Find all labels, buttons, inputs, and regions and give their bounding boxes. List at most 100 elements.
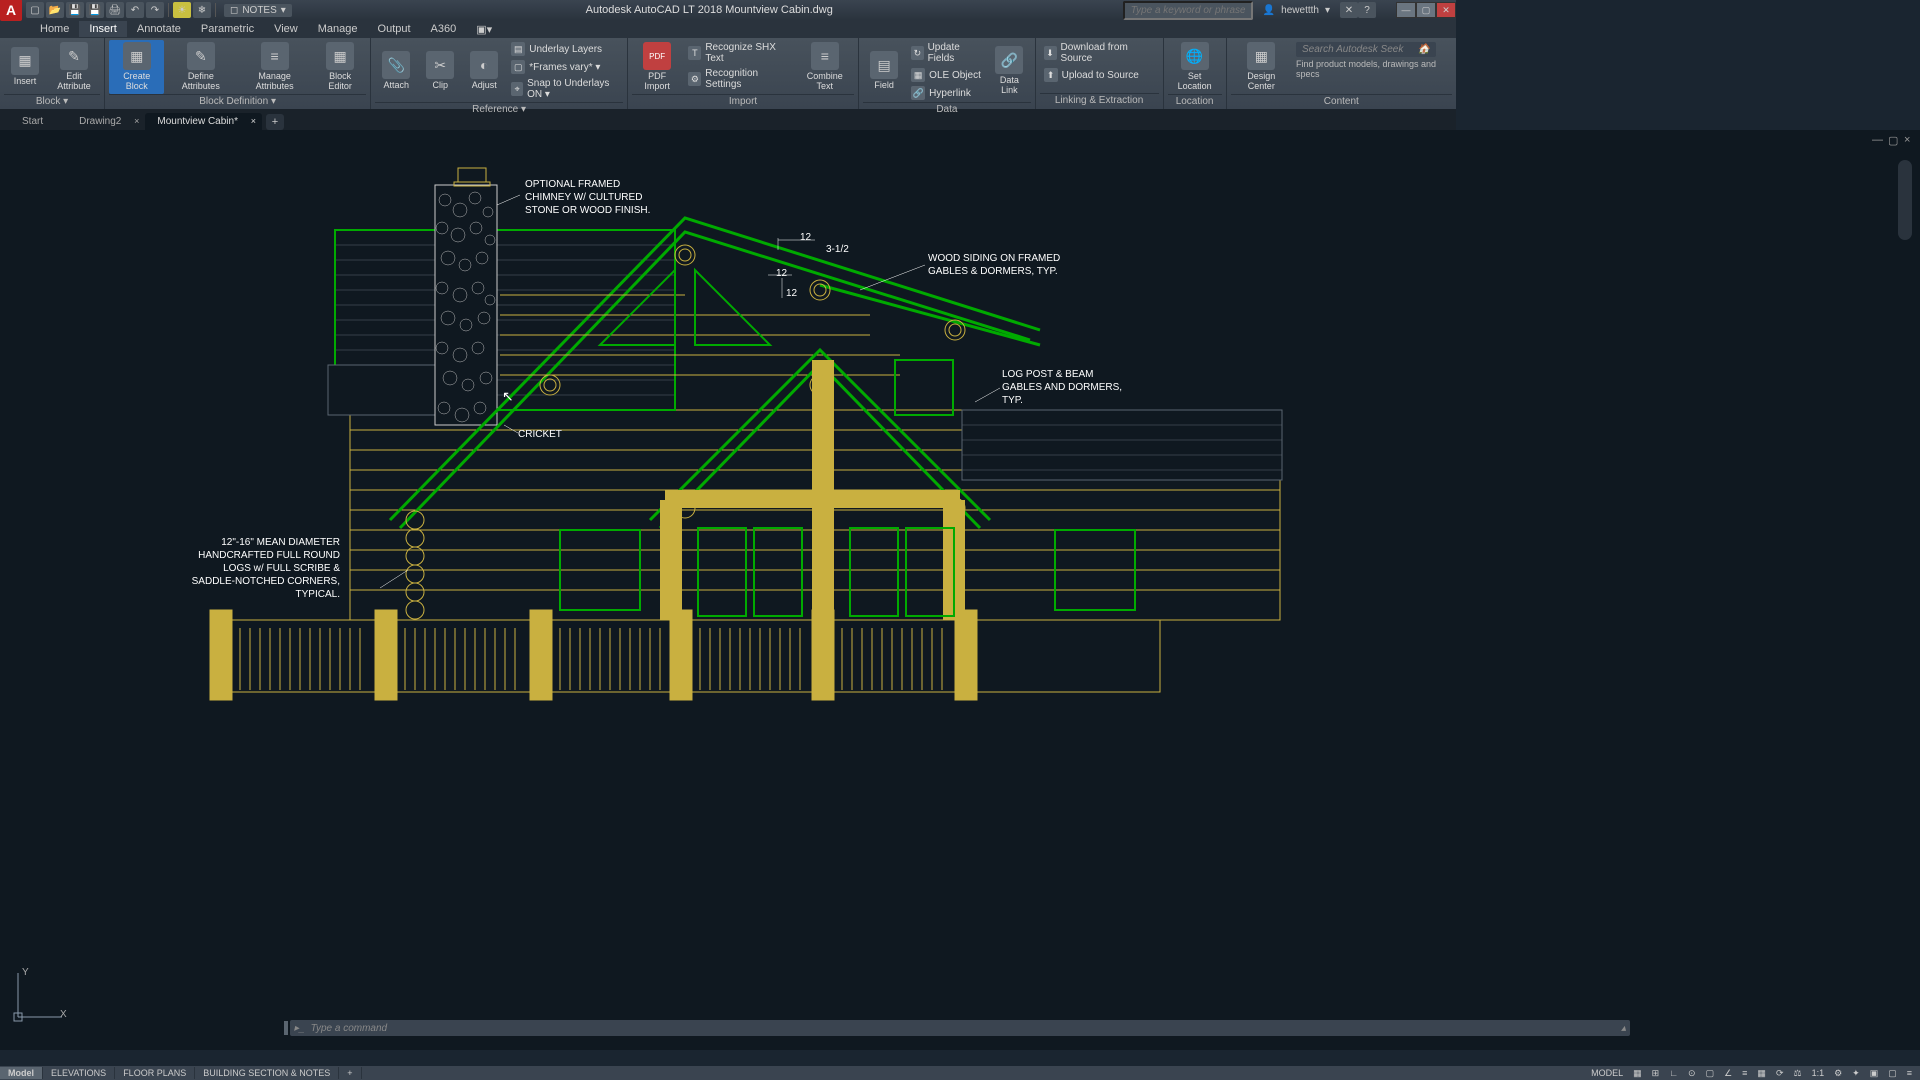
otrack-icon[interactable]: ∠ (1720, 1068, 1736, 1079)
user-menu[interactable]: 👤 hewettth ▾ (1263, 5, 1330, 16)
undo-icon[interactable]: ↶ (126, 2, 144, 18)
cycling-icon[interactable]: ⟳ (1772, 1068, 1788, 1079)
seek-search-input[interactable]: Search Autodesk Seek🏠 (1296, 42, 1436, 57)
snap-icon[interactable]: ⊞ (1648, 1068, 1664, 1079)
field-button[interactable]: ▤Field (863, 40, 905, 102)
snap-underlays-button[interactable]: ⌖Snap to Underlays ON ▾ (507, 76, 623, 102)
hyperlink-button[interactable]: 🔗Hyperlink (907, 84, 986, 102)
navigation-bar[interactable] (1898, 160, 1912, 240)
scale-display[interactable]: 1:1 (1808, 1068, 1829, 1078)
chevron-up-icon[interactable]: ▴ (1621, 1023, 1626, 1034)
create-block-button[interactable]: ▦Create Block (109, 40, 164, 94)
ribbon: ▦Insert ✎Edit Attribute Block ▾ ▦Create … (0, 38, 1456, 110)
tab-a360[interactable]: A360 (421, 21, 467, 37)
exchange-icon[interactable]: ✕ (1340, 2, 1358, 18)
frames-button[interactable]: ▢*Frames vary* ▾ (507, 58, 623, 76)
recognize-shx-button[interactable]: TRecognize SHX Text (684, 40, 793, 66)
app-logo[interactable]: A (0, 0, 22, 21)
update-fields-button[interactable]: ↻Update Fields (907, 40, 986, 66)
panel-title-blockdef[interactable]: Block Definition ▾ (109, 94, 366, 108)
layer-freeze-icon[interactable]: ❄ (193, 2, 211, 18)
set-location-button[interactable]: 🌐Set Location (1168, 40, 1222, 94)
annoscale-icon[interactable]: ⚖ (1789, 1068, 1805, 1079)
home-icon[interactable]: 🏠 (1418, 44, 1430, 55)
saveas-icon[interactable]: 💾 (86, 2, 104, 18)
block-editor-button[interactable]: ▦Block Editor (314, 40, 366, 94)
plot-icon[interactable]: 🖨 (106, 2, 124, 18)
tab-output[interactable]: Output (368, 21, 421, 37)
new-icon[interactable]: ▢ (26, 2, 44, 18)
open-icon[interactable]: 📂 (46, 2, 64, 18)
viewport-min-icon[interactable]: — (1872, 134, 1884, 146)
customize-icon[interactable]: ≡ (1903, 1068, 1916, 1078)
command-line[interactable]: ▸_ Type a command ▴ (290, 1020, 1630, 1036)
doc-tab-drawing2[interactable]: Drawing2× (67, 113, 145, 130)
close-icon[interactable]: × (251, 116, 256, 126)
panel-title-reference[interactable]: Reference ▾ (375, 102, 623, 116)
drawing-canvas[interactable]: — ▢ × (0, 130, 1920, 1050)
maximize-button[interactable]: ▢ (1416, 2, 1436, 18)
polar-icon[interactable]: ⊙ (1684, 1068, 1700, 1079)
pdf-icon: PDF (643, 42, 671, 70)
close-icon[interactable]: × (134, 116, 139, 126)
redo-icon[interactable]: ↷ (146, 2, 164, 18)
viewport-max-icon[interactable]: ▢ (1888, 134, 1900, 146)
underlay-layers-button[interactable]: ▤Underlay Layers (507, 40, 623, 58)
create-block-icon: ▦ (123, 42, 151, 70)
help-icon[interactable]: ? (1358, 2, 1376, 18)
viewport-close-icon[interactable]: × (1904, 134, 1916, 146)
recognition-settings-button[interactable]: ⚙Recognition Settings (684, 66, 793, 92)
cursor-pointer-icon: ↖ (502, 388, 514, 405)
insert-button[interactable]: ▦Insert (4, 40, 46, 94)
layer-state-icon[interactable]: ☀ (173, 2, 191, 18)
panel-title-block[interactable]: Block ▾ (4, 94, 100, 108)
tab-manage[interactable]: Manage (308, 21, 368, 37)
edit-attribute-button[interactable]: ✎Edit Attribute (48, 40, 100, 94)
panel-title-import: Import (632, 94, 854, 108)
lineweight-icon[interactable]: ≡ (1738, 1068, 1751, 1078)
layout-tab-sections[interactable]: BUILDING SECTION & NOTES (195, 1067, 339, 1079)
data-link-button[interactable]: 🔗Data Link (988, 40, 1030, 102)
tab-parametric[interactable]: Parametric (191, 21, 264, 37)
dimension-12a: 12 (800, 232, 811, 243)
pdf-import-button[interactable]: PDFPDF Import (632, 40, 683, 94)
combine-text-button[interactable]: ≡Combine Text (795, 40, 854, 94)
add-tab-button[interactable]: + (266, 114, 284, 130)
ole-object-button[interactable]: ▦OLE Object (907, 66, 986, 84)
minimize-button[interactable]: — (1396, 2, 1416, 18)
grid-icon[interactable]: ▦ (1629, 1068, 1646, 1079)
layout-tab-floorplans[interactable]: FLOOR PLANS (115, 1067, 195, 1079)
clean-icon[interactable]: ▢ (1884, 1068, 1901, 1079)
gear-icon[interactable]: ⚙ (1830, 1068, 1846, 1079)
define-attributes-button[interactable]: ✎Define Attributes (166, 40, 235, 94)
ortho-icon[interactable]: ∟ (1665, 1068, 1682, 1078)
save-icon[interactable]: 💾 (66, 2, 84, 18)
signin-icon: 👤 (1263, 5, 1275, 16)
tab-featured[interactable]: ▣▾ (466, 21, 502, 38)
doc-tab-mountview[interactable]: Mountview Cabin*× (145, 113, 262, 130)
doc-tab-start[interactable]: Start (10, 113, 67, 130)
layout-tab-elevations[interactable]: ELEVATIONS (43, 1067, 115, 1079)
tab-view[interactable]: View (264, 21, 308, 37)
layer-dropdown[interactable]: ◻ NOTES ▾ (224, 4, 292, 17)
attach-button[interactable]: 📎Attach (375, 40, 417, 102)
isolate-icon[interactable]: ✦ (1848, 1068, 1864, 1079)
upload-source-button[interactable]: ⬆Upload to Source (1040, 66, 1159, 84)
tab-insert[interactable]: Insert (79, 21, 127, 37)
search-input[interactable] (1123, 1, 1253, 20)
adjust-button[interactable]: ◐Adjust (463, 40, 505, 102)
tab-annotate[interactable]: Annotate (127, 21, 191, 37)
manage-attributes-button[interactable]: ≡Manage Attributes (237, 40, 312, 94)
clip-button[interactable]: ✂Clip (419, 40, 461, 102)
transparency-icon[interactable]: ▦ (1753, 1068, 1770, 1079)
status-model[interactable]: MODEL (1587, 1068, 1627, 1078)
download-source-button[interactable]: ⬇Download from Source (1040, 40, 1159, 66)
dimension-12c: 12 (786, 288, 797, 299)
layout-tab-model[interactable]: Model (0, 1067, 43, 1079)
design-center-button[interactable]: ▦Design Center (1231, 40, 1292, 94)
tab-home[interactable]: Home (30, 21, 79, 37)
add-layout-button[interactable]: + (339, 1067, 361, 1079)
hardware-icon[interactable]: ▣ (1866, 1068, 1883, 1079)
osnap-icon[interactable]: ▢ (1702, 1068, 1719, 1079)
close-button[interactable]: ✕ (1436, 2, 1456, 18)
